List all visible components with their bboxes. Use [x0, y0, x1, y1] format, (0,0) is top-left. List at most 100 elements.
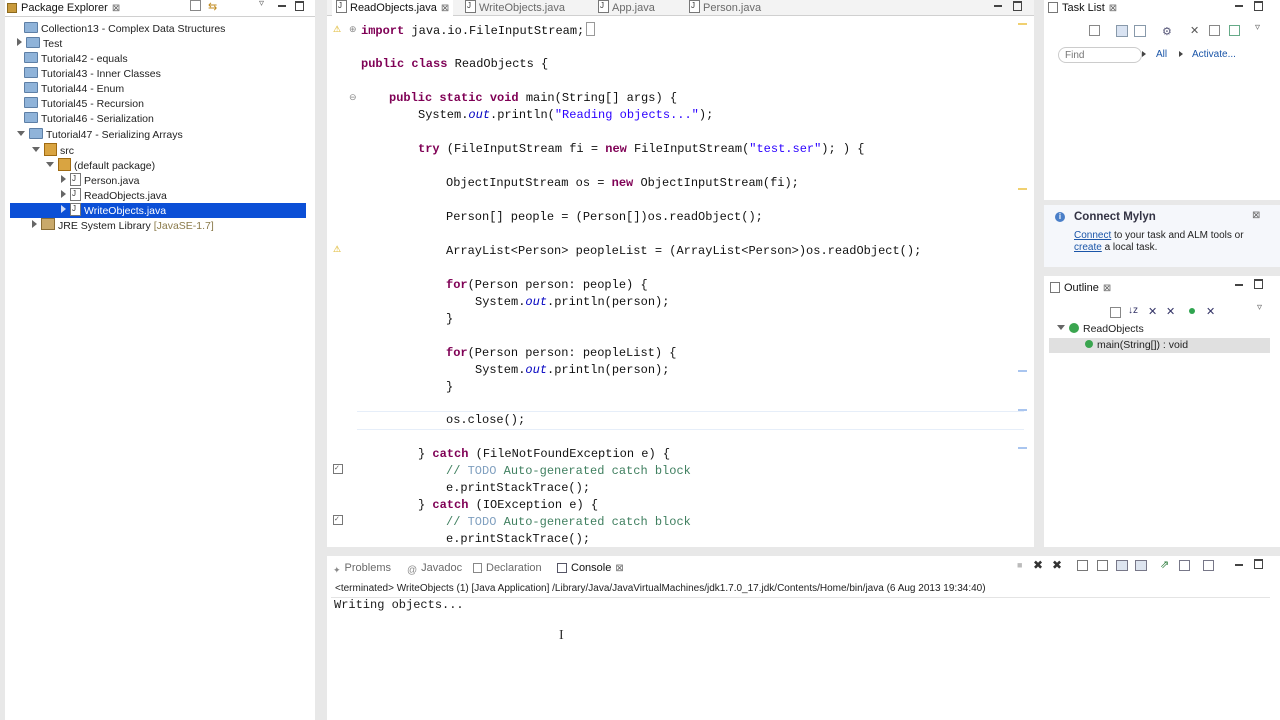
- maximize-icon[interactable]: [1013, 1, 1022, 11]
- view-menu-icon[interactable]: ▿: [1255, 22, 1268, 35]
- pin-console-icon[interactable]: ⇗: [1160, 558, 1173, 571]
- minimize-icon[interactable]: [1234, 559, 1244, 569]
- tab-readobjects[interactable]: ReadObjects.java ⊠: [332, 0, 454, 17]
- overview-ruler-marker[interactable]: [1018, 370, 1027, 372]
- maximize-icon[interactable]: [295, 1, 304, 11]
- tab-person[interactable]: Person.java: [689, 0, 761, 16]
- code-line-todo-2[interactable]: // TODO Auto-generated catch block: [446, 514, 691, 531]
- code-line-peoplelist[interactable]: ArrayList<Person> peopleList = (ArrayLis…: [446, 243, 921, 260]
- code-line-printstacktrace-2[interactable]: e.printStackTrace();: [446, 531, 590, 547]
- fold-icon[interactable]: ⊕: [349, 24, 357, 35]
- code-line-printstacktrace-1[interactable]: e.printStackTrace();: [446, 480, 590, 497]
- link-with-editor-icon[interactable]: ⇆: [208, 0, 221, 13]
- terminate-icon[interactable]: ■: [1017, 560, 1030, 573]
- collapse-all-icon[interactable]: [190, 0, 201, 11]
- view-menu-icon[interactable]: ▿: [259, 0, 272, 11]
- tab-javadoc[interactable]: @ Javadoc: [407, 560, 462, 576]
- task-find-input[interactable]: [1058, 47, 1142, 63]
- sort-icon[interactable]: ↓z: [1128, 305, 1141, 318]
- view-menu-icon[interactable]: [1229, 25, 1240, 36]
- warning-icon[interactable]: ⚠: [333, 244, 341, 255]
- focus-icon[interactable]: ⚙: [1162, 25, 1175, 38]
- close-icon[interactable]: ⊠: [1109, 1, 1117, 17]
- show-stdout-icon[interactable]: [1116, 560, 1128, 571]
- overview-ruler-warning[interactable]: [1018, 23, 1027, 25]
- tree-item-tutorial44[interactable]: Tutorial44 - Enum: [11, 82, 124, 97]
- tree-item-tutorial43[interactable]: Tutorial43 - Inner Classes: [11, 67, 161, 82]
- expand-arrow-icon[interactable]: [32, 220, 37, 228]
- tab-outline[interactable]: Outline ⊠: [1050, 280, 1111, 296]
- code-line-for-people[interactable]: for(Person person: people) {: [446, 277, 648, 294]
- tree-item-tutorial42[interactable]: Tutorial42 - equals: [11, 52, 128, 67]
- hide-nonpublic-icon[interactable]: [1189, 308, 1195, 314]
- code-line-try[interactable]: try (FileInputStream fi = new FileInputS…: [418, 141, 865, 158]
- collapse-arrow-icon[interactable]: [1057, 325, 1065, 330]
- minimize-icon[interactable]: [1234, 0, 1244, 10]
- tree-item-tutorial45[interactable]: Tutorial45 - Recursion: [11, 97, 144, 112]
- minimize-icon[interactable]: [277, 0, 287, 10]
- overview-ruler-warning[interactable]: [1018, 188, 1027, 190]
- task-icon[interactable]: ✓: [333, 515, 343, 525]
- expand-arrow-icon[interactable]: [61, 190, 66, 198]
- code-line-for-peoplelist[interactable]: for(Person person: peopleList) {: [446, 345, 676, 362]
- activate-arrow-icon[interactable]: [1179, 51, 1183, 57]
- close-icon[interactable]: ⊠: [441, 1, 449, 17]
- tree-item-jre-library[interactable]: JRE System Library [JavaSE-1.7]: [32, 218, 214, 233]
- expand-arrow-icon[interactable]: [17, 38, 22, 46]
- tab-problems[interactable]: ✦ Problems: [333, 560, 391, 576]
- outline-item-class[interactable]: ReadObjects: [1057, 322, 1144, 337]
- tree-item-collection13[interactable]: Collection13 - Complex Data Structures: [11, 22, 225, 37]
- outline-item-main[interactable]: main(String[]) : void: [1049, 338, 1270, 353]
- code-line-close-brace-1[interactable]: }: [446, 311, 453, 328]
- view-menu-icon[interactable]: ▿: [1257, 302, 1270, 315]
- scheduled-icon[interactable]: [1134, 25, 1146, 37]
- collapse-all-icon[interactable]: [1110, 307, 1121, 318]
- collapse-arrow-icon[interactable]: [46, 162, 54, 167]
- display-console-icon[interactable]: [1179, 560, 1190, 571]
- tab-writeobjects[interactable]: WriteObjects.java: [465, 0, 565, 16]
- minimize-icon[interactable]: [993, 0, 1003, 10]
- close-icon[interactable]: ⊠: [112, 1, 120, 17]
- code-line-people[interactable]: Person[] people = (Person[])os.readObjec…: [446, 209, 763, 226]
- code-line-println-reading[interactable]: System.out.println("Reading objects...")…: [418, 107, 713, 124]
- scroll-lock-icon[interactable]: [1077, 560, 1088, 571]
- overview-ruler-marker[interactable]: [1018, 409, 1027, 411]
- tree-item-writeobjects-java[interactable]: WriteObjects.java: [10, 201, 306, 218]
- all-arrow-icon[interactable]: [1142, 51, 1146, 57]
- all-link[interactable]: All: [1156, 49, 1167, 60]
- tab-declaration[interactable]: Declaration: [473, 560, 542, 576]
- maximize-icon[interactable]: [1254, 1, 1263, 11]
- code-line-catch-io[interactable]: } catch (IOException e) {: [418, 497, 598, 514]
- code-line-todo-1[interactable]: // TODO Auto-generated catch block: [446, 463, 691, 480]
- tree-item-readobjects-java[interactable]: ReadObjects.java: [61, 186, 167, 203]
- maximize-icon[interactable]: [1254, 559, 1263, 569]
- remove-launch-icon[interactable]: ✖: [1033, 558, 1046, 572]
- tree-item-src[interactable]: src: [32, 143, 74, 158]
- tree-item-default-package[interactable]: (default package): [46, 158, 155, 173]
- expand-arrow-icon[interactable]: [61, 175, 66, 183]
- maximize-icon[interactable]: [1254, 279, 1263, 289]
- console-output[interactable]: Writing objects...: [334, 598, 464, 612]
- tab-package-explorer[interactable]: Package Explorer ⊠: [7, 0, 120, 16]
- code-line-println-person-2[interactable]: System.out.println(person);: [475, 362, 669, 379]
- hide-fields-icon[interactable]: ✕: [1148, 305, 1161, 318]
- minimize-icon[interactable]: [1234, 279, 1244, 289]
- close-icon[interactable]: ⊠: [1252, 210, 1260, 221]
- code-line-catch-fnf[interactable]: } catch (FileNotFoundException e) {: [418, 446, 670, 463]
- open-console-icon[interactable]: [1203, 560, 1214, 571]
- tab-console[interactable]: Console ⊠: [557, 560, 624, 576]
- collapse-arrow-icon[interactable]: [32, 147, 40, 152]
- connect-link[interactable]: Connect: [1074, 230, 1111, 241]
- overview-ruler-marker[interactable]: [1018, 447, 1027, 449]
- warning-icon[interactable]: ⚠: [333, 24, 341, 35]
- tree-item-tutorial46[interactable]: Tutorial46 - Serialization: [11, 112, 154, 127]
- code-line-os-close[interactable]: os.close();: [446, 412, 525, 429]
- tab-task-list[interactable]: Task List ⊠: [1048, 0, 1117, 16]
- collapse-icon[interactable]: ✕: [1190, 24, 1203, 37]
- expand-arrow-icon[interactable]: [61, 205, 66, 213]
- sync-icon[interactable]: [1209, 25, 1220, 36]
- remove-all-icon[interactable]: ✖: [1052, 558, 1065, 572]
- code-line-objectinputstream[interactable]: ObjectInputStream os = new ObjectInputSt…: [446, 175, 799, 192]
- code-line-class[interactable]: public class ReadObjects {: [361, 56, 548, 73]
- new-task-icon[interactable]: [1089, 25, 1100, 36]
